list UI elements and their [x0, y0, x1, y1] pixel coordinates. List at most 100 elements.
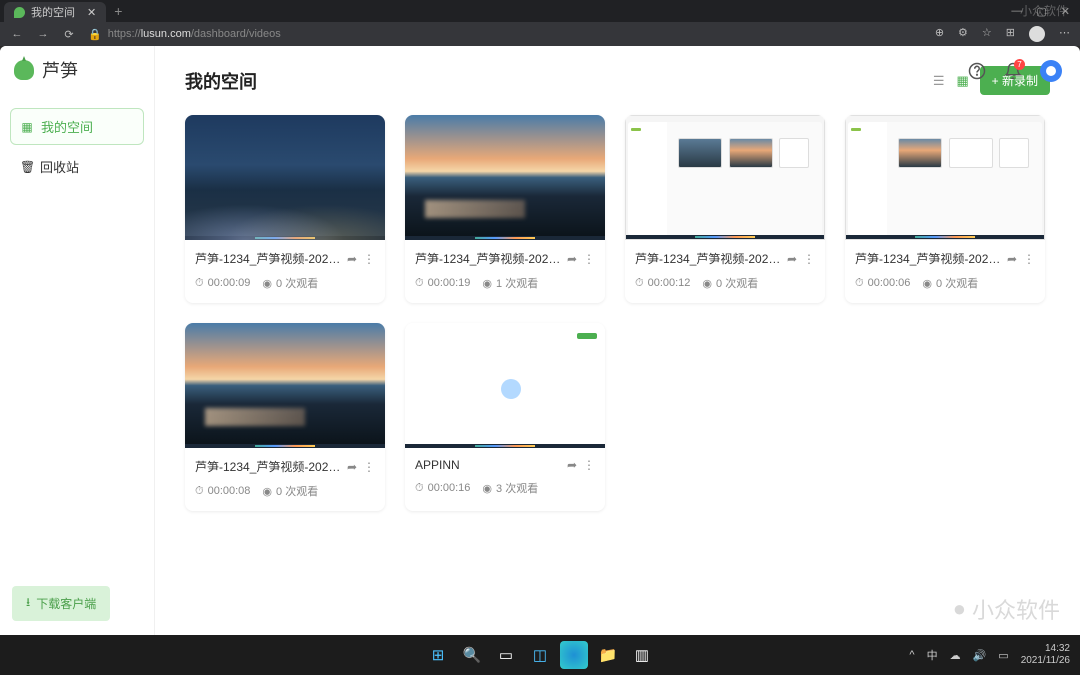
more-icon[interactable]: ⋮ — [583, 458, 595, 472]
volume-icon[interactable]: 🔊 — [973, 649, 987, 662]
clock[interactable]: 14:32 2021/11/26 — [1021, 643, 1070, 667]
share-icon[interactable]: ➦ — [787, 252, 797, 266]
new-tab-button[interactable]: + — [114, 3, 122, 19]
url-text: https://lusun.com/dashboard/videos — [108, 28, 281, 40]
brand[interactable]: 芦笋 — [0, 46, 154, 94]
video-duration: 00:00:16 — [428, 482, 471, 494]
edge-icon[interactable]: ​ — [560, 641, 588, 669]
search-icon[interactable]: 🔍 — [458, 641, 486, 669]
browser-profile-icon[interactable] — [1029, 26, 1045, 42]
browser-tab[interactable]: 我的空间 ✕ — [4, 2, 106, 22]
more-icon[interactable]: ⋮ — [363, 460, 375, 474]
collections-icon[interactable]: ⊞ — [1006, 26, 1015, 42]
video-views: 3 次观看 — [496, 480, 538, 496]
eye-icon: ◉ — [482, 277, 492, 290]
lock-icon: 🔒 — [88, 28, 102, 41]
url-input[interactable]: 🔒 https://lusun.com/dashboard/videos — [88, 28, 923, 41]
video-views: 1 次观看 — [496, 275, 538, 291]
video-duration: 00:00:19 — [428, 277, 471, 289]
tab-favicon-icon — [14, 7, 25, 18]
back-icon[interactable]: ← — [10, 28, 24, 40]
video-title: 芦笋-1234_芦笋视频-20211126 — [195, 458, 341, 475]
more-icon[interactable]: ⋮ — [1023, 252, 1035, 266]
video-card[interactable]: APPINN➦⋮⏱00:00:16◉3 次观看 — [405, 323, 605, 511]
more-icon[interactable]: ⋮ — [803, 252, 815, 266]
reader-icon[interactable]: ⊕ — [935, 26, 944, 42]
video-views: 0 次观看 — [716, 275, 758, 291]
brand-logo-icon — [14, 60, 34, 80]
sidebar-item-myspace[interactable]: ▦ 我的空间 — [10, 108, 144, 145]
video-views: 0 次观看 — [276, 275, 318, 291]
video-thumbnail — [185, 323, 385, 448]
more-icon[interactable]: ⋮ — [583, 252, 595, 266]
share-icon[interactable]: ➦ — [567, 252, 577, 266]
close-tab-icon[interactable]: ✕ — [87, 6, 96, 19]
share-icon[interactable]: ➦ — [1007, 252, 1017, 266]
clock-icon: ⏱ — [195, 277, 204, 290]
clock-icon: ⏱ — [415, 277, 424, 290]
video-duration: 00:00:08 — [208, 485, 251, 497]
cloud-icon[interactable]: ☁ — [950, 649, 961, 662]
browser-address-bar: ← → ⟳ 🔒 https://lusun.com/dashboard/vide… — [0, 22, 1080, 46]
widgets-icon[interactable]: ◫ — [526, 641, 554, 669]
download-client-button[interactable]: ⭳ 下载客户端 — [12, 586, 110, 621]
forward-icon[interactable]: → — [36, 28, 50, 40]
start-button[interactable]: ⊞ — [424, 641, 452, 669]
video-thumbnail — [405, 323, 605, 448]
share-icon[interactable]: ➦ — [347, 252, 357, 266]
video-views: 0 次观看 — [936, 275, 978, 291]
video-thumbnail — [185, 115, 385, 240]
help-icon[interactable] — [968, 62, 986, 80]
task-view-icon[interactable]: ▭ — [492, 641, 520, 669]
clock-icon: ⏱ — [415, 482, 424, 495]
video-card[interactable]: 芦笋-1234_芦笋视频-20211126➦⋮⏱00:00:06◉0 次观看 — [845, 115, 1045, 303]
clock-icon: ⏱ — [855, 277, 864, 290]
more-icon[interactable]: ⋮ — [363, 252, 375, 266]
video-title: 芦笋-1234_芦笋视频-20211126 — [415, 250, 561, 267]
grid-icon: ▦ — [21, 120, 33, 134]
video-duration: 00:00:12 — [648, 277, 691, 289]
battery-icon[interactable]: ▭ — [998, 649, 1008, 662]
video-card[interactable]: 芦笋-1234_芦笋视频-20211126 ➦ ⋮ ⏱ 00:00:09 ◉ 0 次观看 — [185, 115, 385, 303]
ime-indicator[interactable]: 中 — [927, 647, 938, 663]
eye-icon: ◉ — [262, 277, 272, 290]
sidebar: 芦笋 ▦ 我的空间 🗑 回收站 ⭳ 下载客户端 — [0, 46, 155, 635]
video-duration: 00:00:06 — [868, 277, 911, 289]
reload-icon[interactable]: ⟳ — [62, 28, 76, 41]
user-avatar[interactable] — [1040, 60, 1062, 82]
eye-icon: ◉ — [922, 277, 932, 290]
browser-titlebar: 我的空间 ✕ + — ▢ ✕ — [0, 0, 1080, 22]
extensions-icon[interactable]: ⚙ — [958, 26, 968, 42]
tab-title: 我的空间 — [31, 4, 75, 20]
sidebar-item-label: 回收站 — [40, 157, 79, 176]
list-view-button[interactable]: ☰ — [932, 74, 946, 88]
explorer-icon[interactable]: 📁 — [594, 641, 622, 669]
video-thumbnail — [405, 115, 605, 240]
windows-taskbar: ⊞ 🔍 ▭ ◫ ​ 📁 ▥ ^ 中 ☁ 🔊 ▭ 14:32 2021/11/26 — [0, 635, 1080, 675]
notification-icon[interactable]: 7 — [1004, 62, 1022, 80]
browser-menu-icon[interactable]: ⋯ — [1059, 26, 1070, 42]
app-container: 7 芦笋 ▦ 我的空间 🗑 回收站 ⭳ 下载客户端 我的空间 ☰ — [0, 46, 1080, 635]
eye-icon: ◉ — [482, 482, 492, 495]
notification-badge: 7 — [1014, 59, 1025, 70]
video-title: 芦笋-1234_芦笋视频-20211126 — [635, 250, 781, 267]
eye-icon: ◉ — [702, 277, 712, 290]
video-thumbnail — [845, 115, 1045, 240]
video-duration: 00:00:09 — [208, 277, 251, 289]
video-title: 芦笋-1234_芦笋视频-20211126 — [195, 250, 341, 267]
minimize-icon[interactable]: — — [1011, 5, 1022, 18]
app-icon[interactable]: ▥ — [628, 641, 656, 669]
close-window-icon[interactable]: ✕ — [1061, 5, 1070, 18]
share-icon[interactable]: ➦ — [567, 458, 577, 472]
video-card[interactable]: 芦笋-1234_芦笋视频-20211126➦⋮⏱00:00:08◉0 次观看 — [185, 323, 385, 511]
video-card[interactable]: 芦笋-1234_芦笋视频-20211126 ➦ ⋮ ⏱ 00:00:12 ◉ 0 次观看 — [625, 115, 825, 303]
clock-icon: ⏱ — [195, 485, 204, 498]
share-icon[interactable]: ➦ — [347, 460, 357, 474]
favorites-icon[interactable]: ☆ — [982, 26, 992, 42]
tray-chevron-icon[interactable]: ^ — [909, 649, 914, 661]
page-title: 我的空间 — [185, 68, 257, 94]
video-card[interactable]: 芦笋-1234_芦笋视频-20211126 ➦ ⋮ ⏱ 00:00:19 ◉ 1 次观看 — [405, 115, 605, 303]
clock-icon: ⏱ — [635, 277, 644, 290]
sidebar-item-trash[interactable]: 🗑 回收站 — [10, 149, 144, 184]
maximize-icon[interactable]: ▢ — [1036, 5, 1046, 18]
